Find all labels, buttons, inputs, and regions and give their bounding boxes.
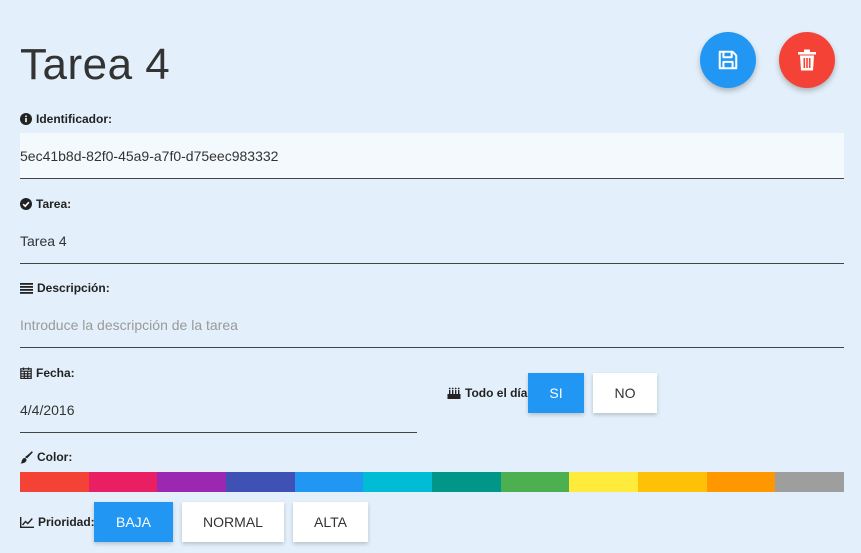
line-chart-icon — [20, 516, 34, 528]
fecha-input[interactable]: 4/4/2016 — [20, 387, 417, 433]
tarea-value: Tarea 4 — [20, 232, 67, 249]
identificador-field[interactable]: 5ec41b8d-82f0-45a9-a7f0-d75eec983332 — [20, 133, 844, 179]
floppy-disk-icon — [718, 50, 738, 70]
color-swatch[interactable] — [500, 472, 570, 492]
calendar-icon — [20, 367, 32, 379]
birthday-cake-icon — [447, 387, 461, 399]
trash-icon — [798, 49, 816, 71]
save-button[interactable] — [700, 32, 756, 88]
fecha-value: 4/4/2016 — [20, 401, 75, 418]
prioridad-baja-button[interactable]: BAJA — [94, 502, 173, 542]
paint-brush-icon — [20, 450, 33, 463]
color-swatch[interactable] — [363, 472, 433, 492]
color-label: Color: — [20, 450, 72, 464]
fecha-label: Fecha: — [20, 366, 75, 380]
delete-button[interactable] — [779, 32, 835, 88]
identificador-value: 5ec41b8d-82f0-45a9-a7f0-d75eec983332 — [20, 147, 279, 164]
todo-el-dia-si-button[interactable]: SI — [528, 373, 584, 413]
prioridad-normal-button[interactable]: NORMAL — [182, 502, 284, 542]
todo-el-dia-label: Todo el día: — [447, 386, 531, 400]
descripcion-input[interactable]: Introduce la descripción de la tarea — [20, 302, 844, 348]
tarea-input[interactable]: Tarea 4 — [20, 218, 844, 264]
color-swatch[interactable] — [226, 472, 295, 492]
page-title: Tarea 4 — [20, 40, 171, 89]
color-swatch[interactable] — [775, 472, 845, 492]
prioridad-label: Prioridad: — [20, 515, 95, 529]
color-swatch[interactable] — [88, 472, 158, 492]
color-swatch[interactable] — [706, 472, 776, 492]
color-swatch[interactable] — [638, 472, 707, 492]
color-swatch[interactable] — [20, 472, 89, 492]
align-justify-icon — [20, 282, 33, 294]
color-swatch[interactable] — [294, 472, 364, 492]
color-swatch[interactable] — [569, 472, 639, 492]
color-picker[interactable] — [20, 472, 845, 492]
todo-el-dia-no-button[interactable]: NO — [593, 373, 657, 413]
identificador-label: Identificador: — [20, 112, 112, 126]
descripcion-label: Descripción: — [20, 281, 110, 295]
tarea-label: Tarea: — [20, 197, 71, 211]
descripcion-placeholder: Introduce la descripción de la tarea — [20, 316, 238, 333]
color-swatch[interactable] — [432, 472, 501, 492]
prioridad-alta-button[interactable]: ALTA — [293, 502, 368, 542]
color-swatch[interactable] — [157, 472, 227, 492]
check-circle-icon — [20, 198, 32, 210]
info-circle-icon — [20, 113, 32, 125]
